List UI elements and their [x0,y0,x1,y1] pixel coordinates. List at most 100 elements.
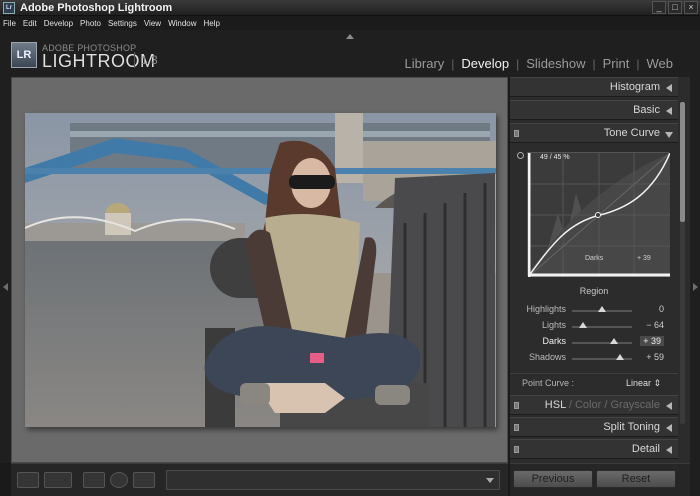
module-print[interactable]: Print [603,56,630,71]
hsl-tab-labels: HSL / Color / Grayscale [544,399,660,411]
tab-color[interactable]: Color [575,399,601,411]
point-curve-label: Point Curve : [522,378,575,388]
slider-label: Lights [541,320,566,330]
curve-readout: 49 / 45 % [540,154,570,161]
scrollbar-thumb[interactable] [680,102,685,222]
toolbar-options-dropdown[interactable] [166,470,500,490]
menu-help[interactable]: Help [204,19,220,28]
maximize-button[interactable]: □ [668,1,682,14]
photo-image [25,113,496,427]
panel-histogram-label: Histogram [609,81,660,93]
menu-edit[interactable]: Edit [23,19,37,28]
point-curve-row: Point Curve : Linear ⇕ [510,373,678,391]
previous-button[interactable]: Previous [513,470,593,488]
panel-detail[interactable]: Detail [510,439,678,459]
brand-version: 1.3 [134,52,158,68]
crop-tool-button[interactable] [83,472,105,488]
collapse-arrow-icon [666,402,672,410]
curve-region-caption: Darks [585,255,604,262]
collapse-arrow-icon [666,84,672,92]
panel-tone-curve[interactable]: Tone Curve [510,123,678,143]
tab-hsl[interactable]: HSL [545,399,566,411]
module-separator: | [451,56,455,71]
menu-photo[interactable]: Photo [80,19,101,28]
panel-switch-icon[interactable] [514,446,519,453]
menu-window[interactable]: Window [168,19,196,28]
panel-switch-icon[interactable] [514,424,519,431]
bottom-buttons: Previous Reset [510,463,690,496]
module-separator: | [516,56,520,71]
slider-row-lights: Lights − 64 [510,319,678,333]
slider-label: Shadows [528,352,566,362]
panel-switch-icon[interactable] [514,130,519,137]
panel-split-toning-label: Split Toning [603,421,660,433]
collapse-arrow-icon [666,424,672,432]
bottom-toolbar [11,463,508,496]
target-adjustment-icon[interactable] [517,152,524,159]
panel-detail-label: Detail [631,443,660,455]
slider-thumb[interactable] [616,354,624,360]
panel-tone-curve-label: Tone Curve [603,127,660,139]
panel-basic[interactable]: Basic [510,100,678,120]
slider-thumb[interactable] [610,338,618,344]
app-icon: Lr [3,1,15,14]
title-bar: Lr Adobe Photoshop Lightroom _ □ × [0,0,700,16]
slider-track[interactable] [572,342,632,344]
red-eye-button[interactable] [133,472,155,488]
curve-region-value: + 39 [637,255,651,262]
slider-value[interactable]: + 59 [646,352,664,362]
lightroom-logo: LR [11,42,37,68]
menu-settings[interactable]: Settings [108,19,137,28]
tab-grayscale[interactable]: Grayscale [610,399,660,411]
image-workspace [11,77,508,463]
menu-file[interactable]: File [3,19,16,28]
reset-button[interactable]: Reset [596,470,676,488]
left-panel-toggle[interactable] [0,77,11,463]
panel-switch-icon[interactable] [514,402,519,409]
menu-develop[interactable]: Develop [44,19,73,28]
module-separator: | [636,56,640,71]
loupe-view-button[interactable] [17,472,39,488]
module-header: LR ADOBE PHOTOSHOP LIGHTROOM 1.3 Library… [0,30,700,77]
module-library[interactable]: Library [405,56,445,71]
point-curve-select[interactable]: Linear ⇕ [626,378,661,389]
slider-thumb[interactable] [598,306,606,312]
minimize-button[interactable]: _ [652,1,666,14]
panel-histogram[interactable]: Histogram [510,77,678,97]
right-panel: Histogram Basic Tone Curve 49 / 45 % Dar… [510,77,690,463]
panel-scrollbar[interactable] [680,102,685,424]
module-separator: | [592,56,596,71]
spot-removal-button[interactable] [110,472,128,488]
panel-split-toning[interactable]: Split Toning [510,417,678,437]
collapse-arrow-icon [666,107,672,115]
close-button[interactable]: × [684,1,698,14]
module-picker: Library | Develop | Slideshow | Print | … [405,56,673,71]
slider-row-shadows: Shadows + 59 [510,351,678,365]
slider-row-highlights: Highlights 0 [510,303,678,317]
collapse-arrow-icon [666,446,672,454]
module-slideshow[interactable]: Slideshow [526,56,585,71]
slider-value[interactable]: + 39 [640,336,664,346]
slider-label: Highlights [526,304,566,314]
window-title: Adobe Photoshop Lightroom [20,1,173,14]
expand-left-panel-icon [3,283,8,291]
photo-preview[interactable] [25,113,496,427]
slider-row-darks: Darks + 39 [510,335,678,349]
module-develop[interactable]: Develop [461,56,509,71]
collapse-right-panel-icon [693,283,698,291]
region-title: Region [579,286,609,296]
before-after-button[interactable] [44,472,72,488]
slider-value[interactable]: − 64 [646,320,664,330]
panel-hsl[interactable]: HSL / Color / Grayscale [510,395,678,415]
slider-value[interactable]: 0 [659,304,664,314]
expand-arrow-icon [665,132,673,138]
menu-view[interactable]: View [144,19,161,28]
chevron-down-icon [486,478,494,483]
window-controls: _ □ × [652,1,698,14]
right-panel-toggle[interactable] [690,77,700,496]
panel-basic-label: Basic [633,104,660,116]
slider-thumb[interactable] [578,322,587,328]
collapse-top-panel-icon[interactable] [346,34,354,39]
module-web[interactable]: Web [647,56,674,71]
menu-bar: File Edit Develop Photo Settings View Wi… [0,16,700,30]
